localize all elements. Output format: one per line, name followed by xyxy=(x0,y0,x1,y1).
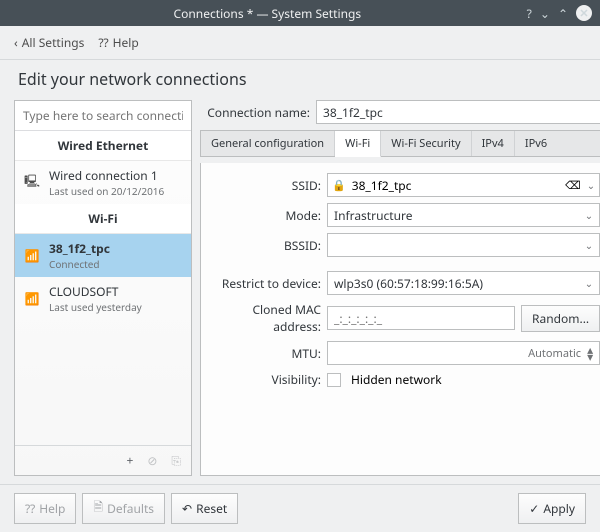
cloned-mac-input[interactable] xyxy=(327,306,515,330)
bottom-bar: ⁇Help 🗎Defaults ↶Reset ✓Apply xyxy=(0,484,600,532)
wifi-panel: SSID: 🔒 ⌫ ⌄ Mode: Infrastructure ⌄ BSSID… xyxy=(200,163,600,476)
group-wifi-header: Wi-Fi xyxy=(15,204,191,234)
check-icon: ✓ xyxy=(529,500,539,517)
help-icon: ⁇ xyxy=(25,500,35,517)
conn-name-input[interactable] xyxy=(316,100,600,124)
chevron-left-icon: ‹ xyxy=(14,34,18,51)
undo-icon: ↶ xyxy=(182,500,192,517)
help-icon: ⁇ xyxy=(98,34,108,51)
page-title: Edit your network connections xyxy=(0,60,600,100)
random-mac-button[interactable]: Random... xyxy=(521,305,600,332)
breadcrumb-bar: ‹ All Settings ⁇ Help xyxy=(0,26,600,60)
bssid-select[interactable]: ⌄ xyxy=(327,233,600,257)
chevron-down-icon: ⌄ xyxy=(585,238,593,252)
bssid-label: BSSID: xyxy=(211,237,321,254)
ethernet-icon: 🖳 xyxy=(23,172,41,193)
chevron-down-icon[interactable]: ⌄ xyxy=(587,178,595,192)
mode-select[interactable]: Infrastructure ⌄ xyxy=(327,203,600,227)
clear-icon[interactable]: ⌫ xyxy=(565,178,581,193)
ssid-input[interactable] xyxy=(352,177,559,194)
chevron-down-icon: ⌄ xyxy=(585,276,593,290)
restrict-device-select[interactable]: wlp3s0 (60:57:18:99:16:5A) ⌄ xyxy=(327,271,600,295)
export-connection-button[interactable]: ⎘ xyxy=(171,452,181,469)
mtu-label: MTU: xyxy=(211,345,321,362)
tab-general[interactable]: General configuration xyxy=(201,131,335,156)
wifi-icon: 📶 xyxy=(23,247,41,264)
reset-button[interactable]: ↶Reset xyxy=(171,493,238,524)
help-link[interactable]: ⁇ Help xyxy=(98,34,138,51)
chevron-down-icon: ⌄ xyxy=(585,208,593,222)
tab-wifi-security[interactable]: Wi-Fi Security xyxy=(381,131,471,156)
connection-item-wifi2[interactable]: 📶 CLOUDSOFT Last used yesterday xyxy=(15,277,191,320)
tab-wifi[interactable]: Wi-Fi xyxy=(335,131,381,157)
back-all-settings[interactable]: ‹ All Settings xyxy=(14,34,84,51)
ssid-combo[interactable]: 🔒 ⌫ ⌄ xyxy=(327,173,600,197)
help-icon[interactable]: ? xyxy=(527,5,532,22)
help-button[interactable]: ⁇Help xyxy=(14,493,76,524)
connection-item-wired1[interactable]: 🖳 Wired connection 1 Last used on 20/12/… xyxy=(15,161,191,204)
close-icon[interactable]: ✕ xyxy=(576,5,592,21)
maximize-icon[interactable]: ⌃ xyxy=(558,5,568,22)
connections-sidebar: Wired Ethernet 🖳 Wired connection 1 Last… xyxy=(14,100,192,476)
hidden-network-checkbox[interactable] xyxy=(327,373,341,387)
minimize-icon[interactable]: ⌄ xyxy=(540,5,550,22)
conn-name-label: Connection name: xyxy=(200,104,310,121)
content-area: Wired Ethernet 🖳 Wired connection 1 Last… xyxy=(0,100,600,484)
tab-ipv6[interactable]: IPv6 xyxy=(515,131,557,156)
window-title: Connections * — System Settings xyxy=(8,5,527,22)
apply-button[interactable]: ✓Apply xyxy=(518,493,586,524)
add-connection-button[interactable]: + xyxy=(126,452,133,469)
lock-icon: 🔒 xyxy=(332,178,346,193)
spinbox-arrows[interactable]: ▴▾ xyxy=(587,346,593,360)
group-wired-header: Wired Ethernet xyxy=(15,131,191,161)
visibility-label: Visibility: xyxy=(211,371,321,388)
wifi-icon: 📶 xyxy=(23,290,41,307)
titlebar-controls: ? ⌄ ⌃ ✕ xyxy=(527,5,592,22)
sidebar-actions: + ⊘ ⎘ xyxy=(15,445,191,475)
defaults-button[interactable]: 🗎Defaults xyxy=(82,493,165,524)
restrict-label: Restrict to device: xyxy=(211,275,321,292)
hidden-network-label: Hidden network xyxy=(351,371,442,388)
tab-ipv4[interactable]: IPv4 xyxy=(472,131,515,156)
mode-label: Mode: xyxy=(211,207,321,224)
mac-label: Cloned MAC address: xyxy=(211,301,321,335)
titlebar: Connections * — System Settings ? ⌄ ⌃ ✕ xyxy=(0,0,600,26)
main-panel: Connection name: General configuration W… xyxy=(200,100,600,476)
connection-item-wifi1[interactable]: 📶 38_1f2_tpc Connected xyxy=(15,234,191,277)
search-input[interactable] xyxy=(15,101,191,131)
remove-connection-button[interactable]: ⊘ xyxy=(147,452,157,469)
document-icon: 🗎 xyxy=(93,498,103,519)
tabs: General configuration Wi-Fi Wi-Fi Securi… xyxy=(200,130,600,157)
mtu-spinbox[interactable]: Automatic ▴▾ xyxy=(327,341,600,365)
ssid-label: SSID: xyxy=(211,177,321,194)
